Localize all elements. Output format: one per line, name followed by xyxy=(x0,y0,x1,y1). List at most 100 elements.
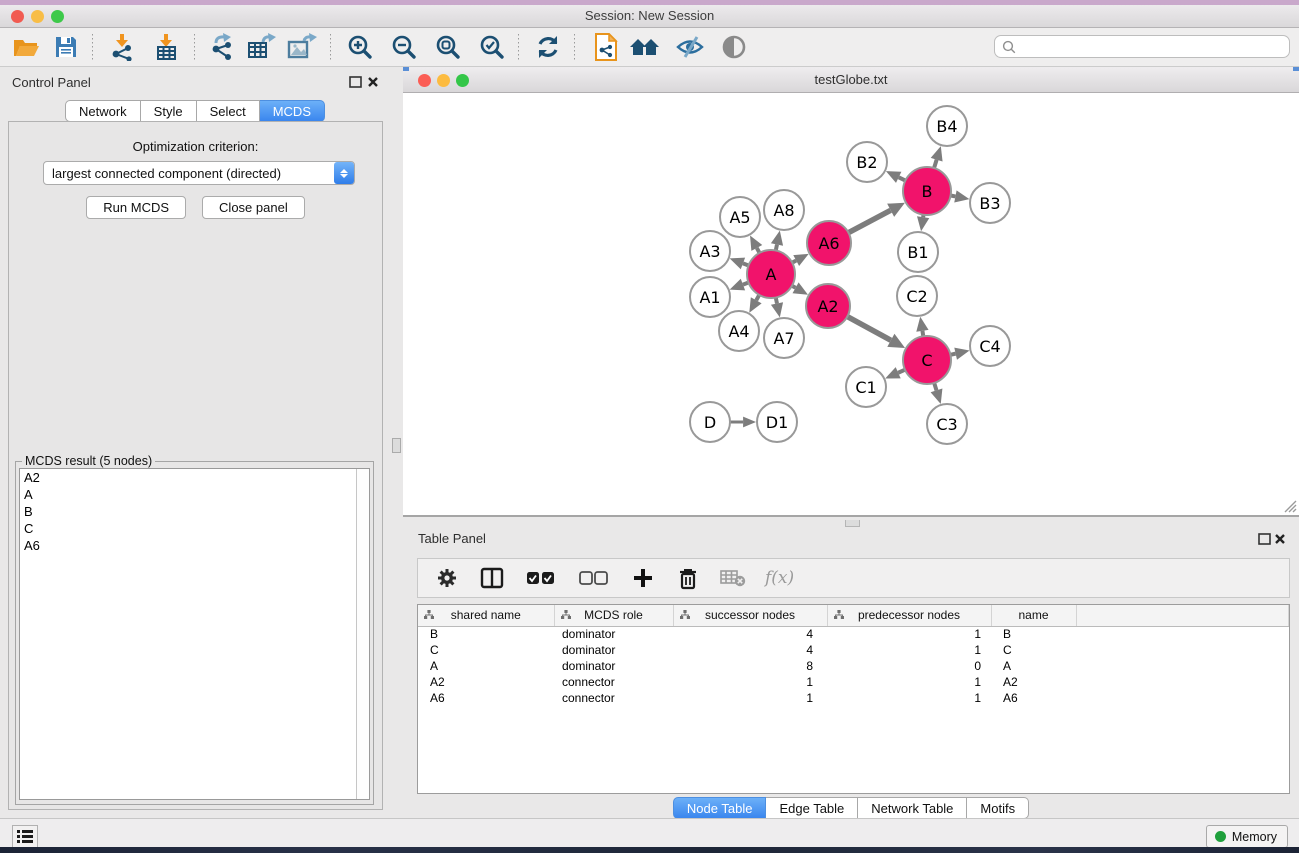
close-panel-icon[interactable] xyxy=(1274,533,1287,545)
zoom-selected-button[interactable] xyxy=(476,33,508,61)
reset-layout-button[interactable] xyxy=(628,33,660,61)
column-header-predecessor-nodes[interactable]: predecessor nodes xyxy=(827,605,991,626)
table-row[interactable]: Bdominator41B xyxy=(418,626,1289,642)
graph-node-D[interactable]: D xyxy=(690,402,730,442)
add-column-button[interactable] xyxy=(630,565,656,591)
list-icon xyxy=(17,830,33,844)
float-panel-icon[interactable] xyxy=(349,76,362,88)
window-titlebar[interactable]: Session: New Session xyxy=(0,5,1299,28)
graph-node-A[interactable]: A xyxy=(747,250,795,298)
graph-node-C2[interactable]: C2 xyxy=(897,276,937,316)
tab-node-table[interactable]: Node Table xyxy=(673,797,767,819)
column-header-name[interactable]: name xyxy=(991,605,1076,626)
tab-mcds[interactable]: MCDS xyxy=(260,100,325,122)
graph-node-C4[interactable]: C4 xyxy=(970,326,1010,366)
delete-table-button[interactable] xyxy=(720,565,746,591)
graph-node-C1[interactable]: C1 xyxy=(846,367,886,407)
graph-node-A8[interactable]: A8 xyxy=(764,190,804,230)
table-row[interactable]: A6connector11A6 xyxy=(418,690,1289,706)
result-scrollbar[interactable] xyxy=(356,469,369,799)
hide-details-button[interactable] xyxy=(674,33,706,61)
table-row[interactable]: Cdominator41C xyxy=(418,642,1289,658)
graph-edge[interactable] xyxy=(899,177,906,180)
network-canvas[interactable]: B4 B2 B B3 A8A5 A6 A3 B1 A A1 C2 A2 A4A7 C4 C C1 C3 D D1 xyxy=(403,93,1299,515)
tab-select[interactable]: Select xyxy=(197,100,260,122)
mcds-result-item[interactable]: A xyxy=(20,486,369,503)
import-network-button[interactable] xyxy=(106,33,138,61)
search-field[interactable] xyxy=(994,35,1290,58)
float-panel-icon[interactable] xyxy=(1258,533,1271,545)
select-all-button[interactable] xyxy=(524,565,558,591)
graph-edge[interactable] xyxy=(898,370,905,373)
graph-node-C3[interactable]: C3 xyxy=(927,404,967,444)
vertical-splitter[interactable] xyxy=(390,67,403,818)
refresh-button[interactable] xyxy=(532,33,564,61)
criterion-dropdown[interactable]: largest connected component (directed) xyxy=(43,161,355,185)
zoom-fit-button[interactable] xyxy=(432,33,464,61)
graph-node-B4[interactable]: B4 xyxy=(927,106,967,146)
graph-edge[interactable] xyxy=(847,317,891,341)
graph-node-B3[interactable]: B3 xyxy=(970,183,1010,223)
network-window-titlebar[interactable]: testGlobe.txt xyxy=(403,67,1299,93)
table-row[interactable]: Adominator80A xyxy=(418,658,1289,674)
task-history-button[interactable] xyxy=(12,825,38,849)
mcds-result-item[interactable]: C xyxy=(20,520,369,537)
graph-edge[interactable] xyxy=(934,160,937,168)
tab-network[interactable]: Network xyxy=(65,100,141,122)
graph-node-A6[interactable]: A6 xyxy=(807,221,851,265)
mcds-result-list[interactable]: A2ABCA6 xyxy=(19,468,370,800)
tab-network-table[interactable]: Network Table xyxy=(858,797,967,819)
open-file-button[interactable] xyxy=(10,33,42,61)
tab-edge-table[interactable]: Edge Table xyxy=(766,797,858,819)
tab-style[interactable]: Style xyxy=(141,100,197,122)
close-panel-icon[interactable] xyxy=(367,76,380,88)
import-table-button[interactable] xyxy=(150,33,182,61)
graph-node-A1[interactable]: A1 xyxy=(690,277,730,317)
horizontal-splitter[interactable] xyxy=(403,519,1299,527)
show-details-button[interactable] xyxy=(718,33,750,61)
close-panel-button[interactable]: Close panel xyxy=(202,196,305,219)
search-input[interactable] xyxy=(1017,38,1289,56)
table-settings-button[interactable] xyxy=(434,565,460,591)
column-header-MCDS-role[interactable]: MCDS role xyxy=(554,605,673,626)
graph-node-B[interactable]: B xyxy=(903,167,951,215)
network-graph[interactable]: B4 B2 B B3 A8A5 A6 A3 B1 A A1 C2 A2 A4A7 C4 C C1 C3 D D1 xyxy=(403,93,1299,515)
mcds-result-item[interactable]: B xyxy=(20,503,369,520)
open-session-button[interactable] xyxy=(590,33,622,61)
graph-node-A5[interactable]: A5 xyxy=(720,197,760,237)
graph-node-A4[interactable]: A4 xyxy=(719,311,759,351)
node-table[interactable]: shared nameMCDS rolesuccessor nodesprede… xyxy=(417,604,1290,794)
table-row[interactable]: A2connector11A2 xyxy=(418,674,1289,690)
tab-motifs[interactable]: Motifs xyxy=(967,797,1029,819)
edge-arrowhead xyxy=(916,317,928,332)
deselect-all-button[interactable] xyxy=(577,565,611,591)
zoom-in-button[interactable] xyxy=(344,33,376,61)
export-table-button[interactable] xyxy=(246,33,278,61)
delete-column-button[interactable] xyxy=(675,565,701,591)
mcds-result-item[interactable]: A6 xyxy=(20,537,369,554)
graph-edge[interactable] xyxy=(848,210,890,232)
resize-grip-icon[interactable] xyxy=(1284,500,1297,513)
graph-node-D1[interactable]: D1 xyxy=(757,402,797,442)
splitter-handle[interactable] xyxy=(392,438,401,453)
splitter-handle[interactable] xyxy=(845,520,860,527)
export-image-button[interactable] xyxy=(286,33,318,61)
graph-node-B2[interactable]: B2 xyxy=(847,142,887,182)
run-mcds-button[interactable]: Run MCDS xyxy=(86,196,186,219)
memory-button[interactable]: Memory xyxy=(1206,825,1288,848)
column-header-successor-nodes[interactable]: successor nodes xyxy=(673,605,827,626)
edge-arrowhead xyxy=(931,146,943,161)
save-session-button[interactable] xyxy=(50,33,82,61)
export-network-button[interactable] xyxy=(206,33,238,61)
column-header-shared-name[interactable]: shared name xyxy=(418,605,554,626)
graph-node-A3[interactable]: A3 xyxy=(690,231,730,271)
graph-node-A7[interactable]: A7 xyxy=(764,318,804,358)
show-columns-button[interactable] xyxy=(479,565,505,591)
graph-node-B1[interactable]: B1 xyxy=(898,232,938,272)
mcds-result-item[interactable]: A2 xyxy=(20,469,369,486)
graph-edge[interactable] xyxy=(934,383,936,390)
graph-node-A2[interactable]: A2 xyxy=(806,284,850,328)
zoom-out-button[interactable] xyxy=(388,33,420,61)
graph-node-C[interactable]: C xyxy=(903,336,951,384)
function-builder-button[interactable]: f(x) xyxy=(765,568,794,588)
